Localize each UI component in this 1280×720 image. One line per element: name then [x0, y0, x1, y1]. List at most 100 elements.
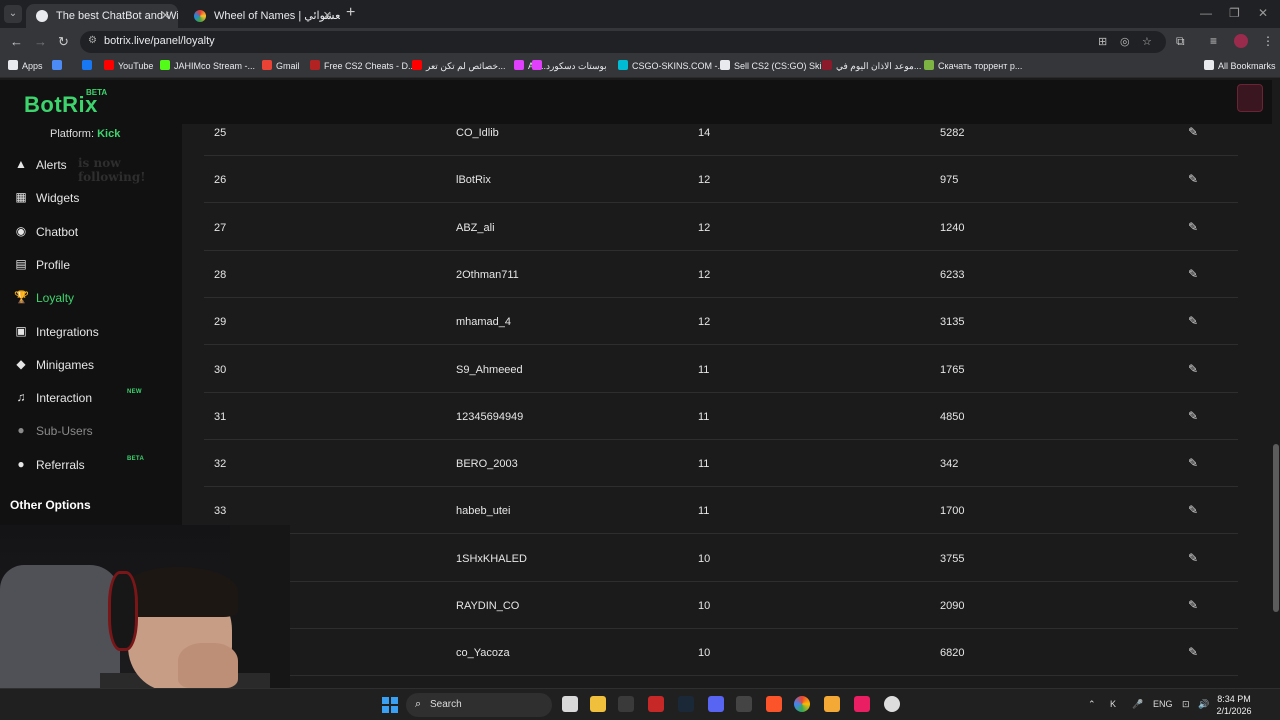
profile-avatar[interactable] — [1234, 34, 1248, 48]
sidebar-item-alerts[interactable]: ▲ Alerts — [14, 156, 174, 176]
site-info-icon[interactable]: ⚙ — [88, 35, 97, 46]
vlc-icon[interactable] — [824, 696, 840, 712]
sidebar-item-label: Sub-Users — [36, 424, 93, 439]
bookmark-item[interactable] — [52, 60, 66, 71]
edit-pencil-icon[interactable]: ✎ — [1188, 503, 1198, 517]
bookmark-star-icon[interactable]: ☆ — [1142, 35, 1152, 48]
bookmark-item[interactable]: Скачать торрент р... — [924, 60, 1022, 71]
url-text[interactable]: botrix.live/panel/loyalty — [104, 35, 215, 47]
bookmark-item[interactable]: YouTube — [104, 60, 153, 71]
kick-tray-icon[interactable]: K — [1110, 699, 1116, 709]
bookmark-item[interactable]: Free CS2 Cheats - D... — [310, 60, 416, 71]
file-explorer-icon[interactable] — [590, 696, 606, 712]
close-icon[interactable]: ✕ — [161, 6, 170, 26]
edit-pencil-icon[interactable]: ✎ — [1188, 220, 1198, 234]
address-toolbar: ← → ↻ ⚙ botrix.live/panel/loyalty ⊞ ◎ ☆ … — [0, 28, 1280, 56]
edit-pencil-icon[interactable]: ✎ — [1188, 598, 1198, 612]
sidebar-item-interaction[interactable]: ♫ Interaction — [14, 389, 174, 409]
edit-pencil-icon[interactable]: ✎ — [1188, 267, 1198, 281]
table-row: 30 S9_Ahmeeed 11 1765 ✎ — [204, 346, 1238, 393]
media-app-icon[interactable] — [854, 696, 870, 712]
new-tab-button[interactable]: + — [346, 4, 355, 22]
eye-off-icon[interactable]: ◎ — [1120, 35, 1130, 48]
tab-search-button[interactable]: ⌄ — [4, 5, 22, 23]
kebab-menu-icon[interactable]: ⋮ — [1262, 34, 1274, 48]
edit-pencil-icon[interactable]: ✎ — [1188, 409, 1198, 423]
sidebar-item-minigames[interactable]: ◆ Minigames — [14, 356, 174, 376]
warning-icon: ▲ — [15, 157, 27, 171]
g-app-icon[interactable] — [618, 696, 634, 712]
edit-pencil-icon[interactable]: ✎ — [1188, 172, 1198, 186]
sidebar-item-chatbot[interactable]: ◉ Chatbot — [14, 223, 174, 243]
rank-cell: 28 — [214, 268, 227, 281]
sidebar-item-sub-users[interactable]: ● Sub-Users — [14, 422, 174, 442]
page-scrollbar[interactable] — [1272, 80, 1280, 688]
steam-icon[interactable] — [678, 696, 694, 712]
robot-icon: ◉ — [15, 223, 27, 238]
bookmark-item[interactable]: Gmail — [262, 60, 300, 71]
obs-icon[interactable] — [736, 696, 752, 712]
user-avatar[interactable] — [1237, 84, 1263, 112]
other-options-heading[interactable]: Other Options — [10, 498, 91, 512]
referrals-icon: ● — [17, 456, 25, 471]
bookmark-item[interactable]: CSGO-SKINS.COM -... — [618, 60, 725, 71]
tab-wheel-of-names[interactable]: Wheel of Names | سم العشوائي ✕ — [184, 4, 340, 28]
reading-list-icon[interactable]: ≡ — [1210, 34, 1217, 48]
bookmark-item[interactable]: خصائص لم تكن تعر... — [412, 60, 506, 72]
tray-chevron-icon[interactable]: ⌃ — [1088, 699, 1096, 710]
edit-pencil-icon[interactable]: ✎ — [1188, 645, 1198, 659]
forward-icon[interactable]: → — [34, 34, 47, 49]
back-icon[interactable]: ← — [10, 34, 23, 49]
hours-cell: 12 — [698, 316, 711, 329]
sidebar-item-integrations[interactable]: ▣ Integrations — [14, 323, 174, 343]
extensions-icon[interactable]: ⧉ — [1176, 34, 1185, 49]
sidebar-item-profile[interactable]: ▤ Profile — [14, 256, 174, 276]
volume-icon[interactable]: 🔊 — [1198, 699, 1209, 710]
sidebar-item-referrals[interactable]: ● Referrals — [14, 456, 174, 476]
taskbar-search[interactable]: ⌕ Search — [406, 693, 552, 717]
restore-icon[interactable]: ❐ — [1229, 6, 1240, 20]
bookmark-favicon-icon — [82, 60, 92, 70]
chrome-icon[interactable] — [794, 696, 810, 712]
edit-pencil-icon[interactable]: ✎ — [1188, 125, 1198, 139]
tab-botrix[interactable]: The best ChatBot and Widgets f ✕ — [26, 4, 178, 28]
language-indicator[interactable]: ENG — [1153, 699, 1173, 709]
bookmarks-bar: Apps YouTube JAHIMco Stream -... Gmail Free … — [0, 56, 1280, 78]
scrollbar-thumb[interactable] — [1273, 444, 1279, 612]
bookmark-item[interactable]: JAHIMco Stream -... — [160, 60, 255, 71]
edit-pencil-icon[interactable]: ✎ — [1188, 551, 1198, 565]
edit-pencil-icon[interactable]: ✎ — [1188, 362, 1198, 376]
table-row: 27 ABZ_ali 12 1240 ✎ — [204, 204, 1238, 251]
sidebar-item-loyalty[interactable]: 🏆 Loyalty — [14, 289, 174, 309]
windows-start-icon[interactable] — [382, 697, 398, 713]
points-cell: 5282 — [940, 127, 965, 139]
bookmark-item[interactable]: Apps — [8, 60, 43, 71]
mic-icon[interactable]: 🎤 — [1132, 699, 1143, 710]
rank-cell: 27 — [214, 221, 227, 234]
bookmark-item[interactable]: موعد الاذان اليوم في... — [822, 60, 921, 72]
taskbar-clock[interactable]: 8:34 PM 2/1/2026 — [1214, 693, 1254, 717]
edit-pencil-icon[interactable]: ✎ — [1188, 456, 1198, 470]
minimize-icon[interactable]: — — [1200, 6, 1212, 20]
close-icon[interactable]: ✕ — [323, 6, 332, 26]
edit-pencil-icon[interactable]: ✎ — [1188, 314, 1198, 328]
reload-icon[interactable]: ↻ — [58, 34, 69, 50]
bookmark-favicon-icon — [924, 60, 934, 70]
bookmark-item[interactable]: بوستات دسكورد — [532, 60, 607, 72]
close-window-icon[interactable]: ✕ — [1258, 6, 1268, 20]
points-cell: 3135 — [940, 316, 965, 329]
brave-icon[interactable] — [766, 696, 782, 712]
bookmark-item[interactable]: All Bookmarks — [1204, 60, 1276, 71]
discord-icon[interactable] — [708, 696, 724, 712]
points-cell: 6820 — [940, 647, 965, 660]
bookmark-item[interactable]: Sell CS2 (CS:GO) Ski... — [720, 60, 829, 71]
sidebar-item-widgets[interactable]: ▦ Widgets — [14, 189, 174, 209]
omnibox[interactable]: ⚙ botrix.live/panel/loyalty ⊞ ◎ ☆ — [80, 31, 1166, 53]
task-view-icon[interactable] — [562, 696, 578, 712]
steelseries-icon[interactable] — [884, 696, 900, 712]
translate-icon[interactable]: ⊞ — [1098, 35, 1107, 48]
username-cell: RAYDIN_CO — [456, 600, 520, 612]
adobe-icon[interactable] — [648, 696, 664, 712]
network-icon[interactable]: ⊡ — [1182, 699, 1190, 710]
bookmark-item[interactable] — [82, 60, 96, 71]
